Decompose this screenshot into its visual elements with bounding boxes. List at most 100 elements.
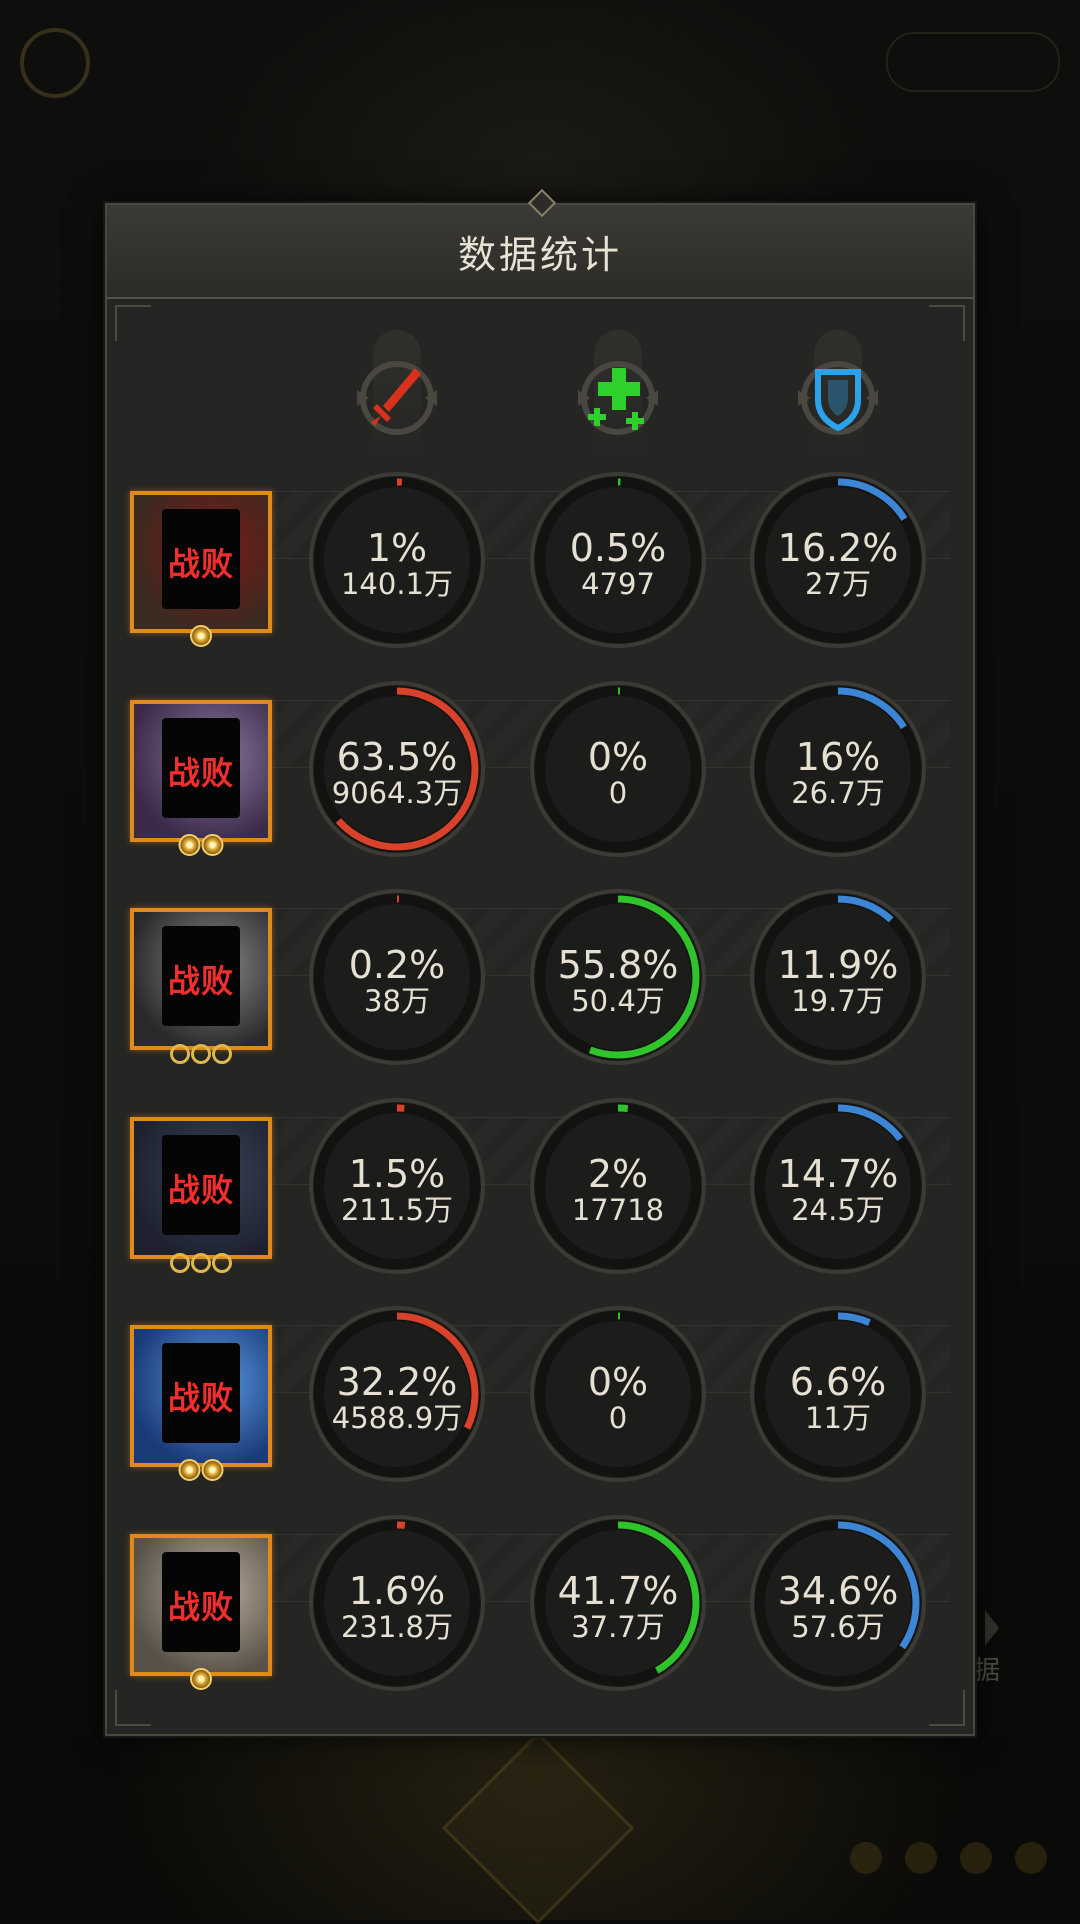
defeat-label: 战败 [167, 1587, 234, 1626]
ring-star-icon [170, 1044, 190, 1064]
heal-ring: 0.5% 4797 [528, 470, 708, 650]
defeat-label: 战败 [167, 962, 234, 1000]
stat-value: 57.6万 [791, 1609, 885, 1644]
stat-percent: 1.5% [348, 1151, 446, 1196]
stat-percent: 11.9% [777, 943, 899, 987]
panel-title: 数据统计 [457, 232, 622, 277]
stat-percent: 16.2% [777, 526, 899, 570]
stat-percent: 1.6% [348, 1568, 446, 1613]
star-rank-badge [178, 1459, 224, 1481]
stat-value: 38万 [364, 984, 430, 1018]
tank-ring: 16% 26.7万 [748, 679, 928, 859]
stat-value: 19.7万 [791, 984, 885, 1018]
stat-percent: 0% [587, 1360, 649, 1404]
hero-portrait-5[interactable]: 战败 [130, 1325, 272, 1481]
damage-ring: 1% 140.1万 [307, 470, 487, 650]
stat-value: 37.7万 [571, 1609, 665, 1644]
tank-ring: 11.9% 19.7万 [748, 887, 928, 1067]
stat-value: 0 [608, 1401, 628, 1435]
stat-percent: 1% [366, 526, 428, 570]
star-rank-badge [190, 625, 212, 647]
stat-percent: 34.6% [777, 1568, 899, 1613]
star-rank-badge [178, 833, 224, 856]
corner-ornament [929, 305, 965, 341]
heal-ring: 41.7% 37.7万 [528, 1513, 708, 1693]
stat-percent: 16% [795, 734, 881, 779]
stat-percent: 14.7% [777, 1151, 899, 1196]
background-arrow-icon [985, 1610, 999, 1646]
background-dot [905, 1842, 937, 1874]
sun-star-icon [178, 1459, 201, 1481]
stat-value: 0 [608, 775, 628, 810]
ring-star-icon [212, 1044, 232, 1064]
heal-ring: 0% 0 [528, 679, 708, 859]
heal-ring: 0% 0 [528, 1304, 708, 1484]
stat-value: 11万 [805, 1401, 871, 1435]
background-dot [1015, 1842, 1047, 1874]
tank-ring: 16.2% 27万 [748, 470, 928, 650]
hero-portrait-6[interactable]: 战败 [130, 1533, 272, 1690]
sword-damage-icon [349, 350, 445, 446]
stat-percent: 0.2% [348, 943, 446, 987]
tank-ring: 34.6% 57.6万 [748, 1513, 928, 1693]
background-dot [960, 1842, 992, 1874]
stat-value: 17718 [571, 1192, 665, 1227]
sun-star-icon [201, 833, 224, 856]
stat-percent: 32.2% [336, 1360, 458, 1404]
sun-star-icon [201, 1459, 224, 1481]
sun-star-icon [178, 833, 201, 856]
star-rank-badge [190, 1667, 212, 1690]
tank-ring: 14.7% 24.5万 [748, 1096, 928, 1276]
background-side-label: 据 [974, 1656, 1001, 1686]
stat-percent: 0% [587, 734, 649, 779]
heal-ring: 2% 17718 [528, 1096, 708, 1276]
sun-star-icon [190, 625, 212, 647]
stat-percent: 55.8% [557, 943, 679, 987]
background-top-right-control [886, 32, 1060, 92]
corner-ornament [115, 305, 151, 341]
stat-percent: 6.6% [789, 1360, 887, 1404]
panel-header: 数据统计 [107, 188, 973, 299]
defeat-label: 战败 [167, 753, 234, 792]
ring-star-icon [191, 1044, 211, 1064]
stat-value: 231.8万 [340, 1609, 454, 1644]
damage-ring: 0.2% 38万 [307, 887, 487, 1067]
damage-ring: 32.2% 4588.9万 [307, 1304, 487, 1484]
damage-ring: 63.5% 9064.3万 [307, 679, 487, 859]
hero-portrait-4[interactable]: 战败 [130, 1116, 272, 1273]
healing-plus-icon [570, 350, 666, 446]
stat-value: 4588.9万 [331, 1401, 463, 1435]
hero-portrait-2[interactable]: 战败 [130, 699, 272, 856]
star-rank-badge [170, 1044, 232, 1064]
stat-value: 211.5万 [340, 1192, 454, 1227]
ring-star-icon [191, 1252, 211, 1273]
defeat-label: 战败 [167, 1170, 234, 1209]
stat-percent: 2% [587, 1151, 649, 1196]
background-dot [850, 1842, 882, 1874]
ring-star-icon [170, 1252, 190, 1273]
damage-ring: 1.6% 231.8万 [307, 1513, 487, 1693]
tank-ring: 6.6% 11万 [748, 1304, 928, 1484]
corner-ornament [115, 1690, 151, 1726]
background-menu-icon [20, 28, 90, 98]
hero-portrait-3[interactable]: 战败 [130, 908, 272, 1064]
defeat-label: 战败 [167, 1379, 234, 1417]
corner-ornament [929, 1690, 965, 1726]
damage-ring: 1.5% 211.5万 [307, 1096, 487, 1276]
stat-value: 9064.3万 [331, 775, 463, 810]
stat-value: 27万 [805, 567, 871, 601]
stat-value: 26.7万 [791, 775, 885, 810]
stat-value: 4797 [581, 567, 655, 601]
stat-value: 140.1万 [340, 567, 454, 601]
sun-star-icon [190, 1667, 212, 1690]
stat-percent: 0.5% [569, 526, 667, 570]
star-rank-badge [170, 1252, 232, 1273]
ring-star-icon [212, 1252, 232, 1273]
shield-defense-icon [790, 350, 886, 446]
stat-percent: 41.7% [557, 1568, 679, 1613]
stat-percent: 63.5% [336, 734, 458, 779]
stat-value: 24.5万 [791, 1192, 885, 1227]
heal-ring: 55.8% 50.4万 [528, 887, 708, 1067]
defeat-label: 战败 [167, 545, 234, 583]
hero-portrait-1[interactable]: 战败 [130, 491, 272, 647]
